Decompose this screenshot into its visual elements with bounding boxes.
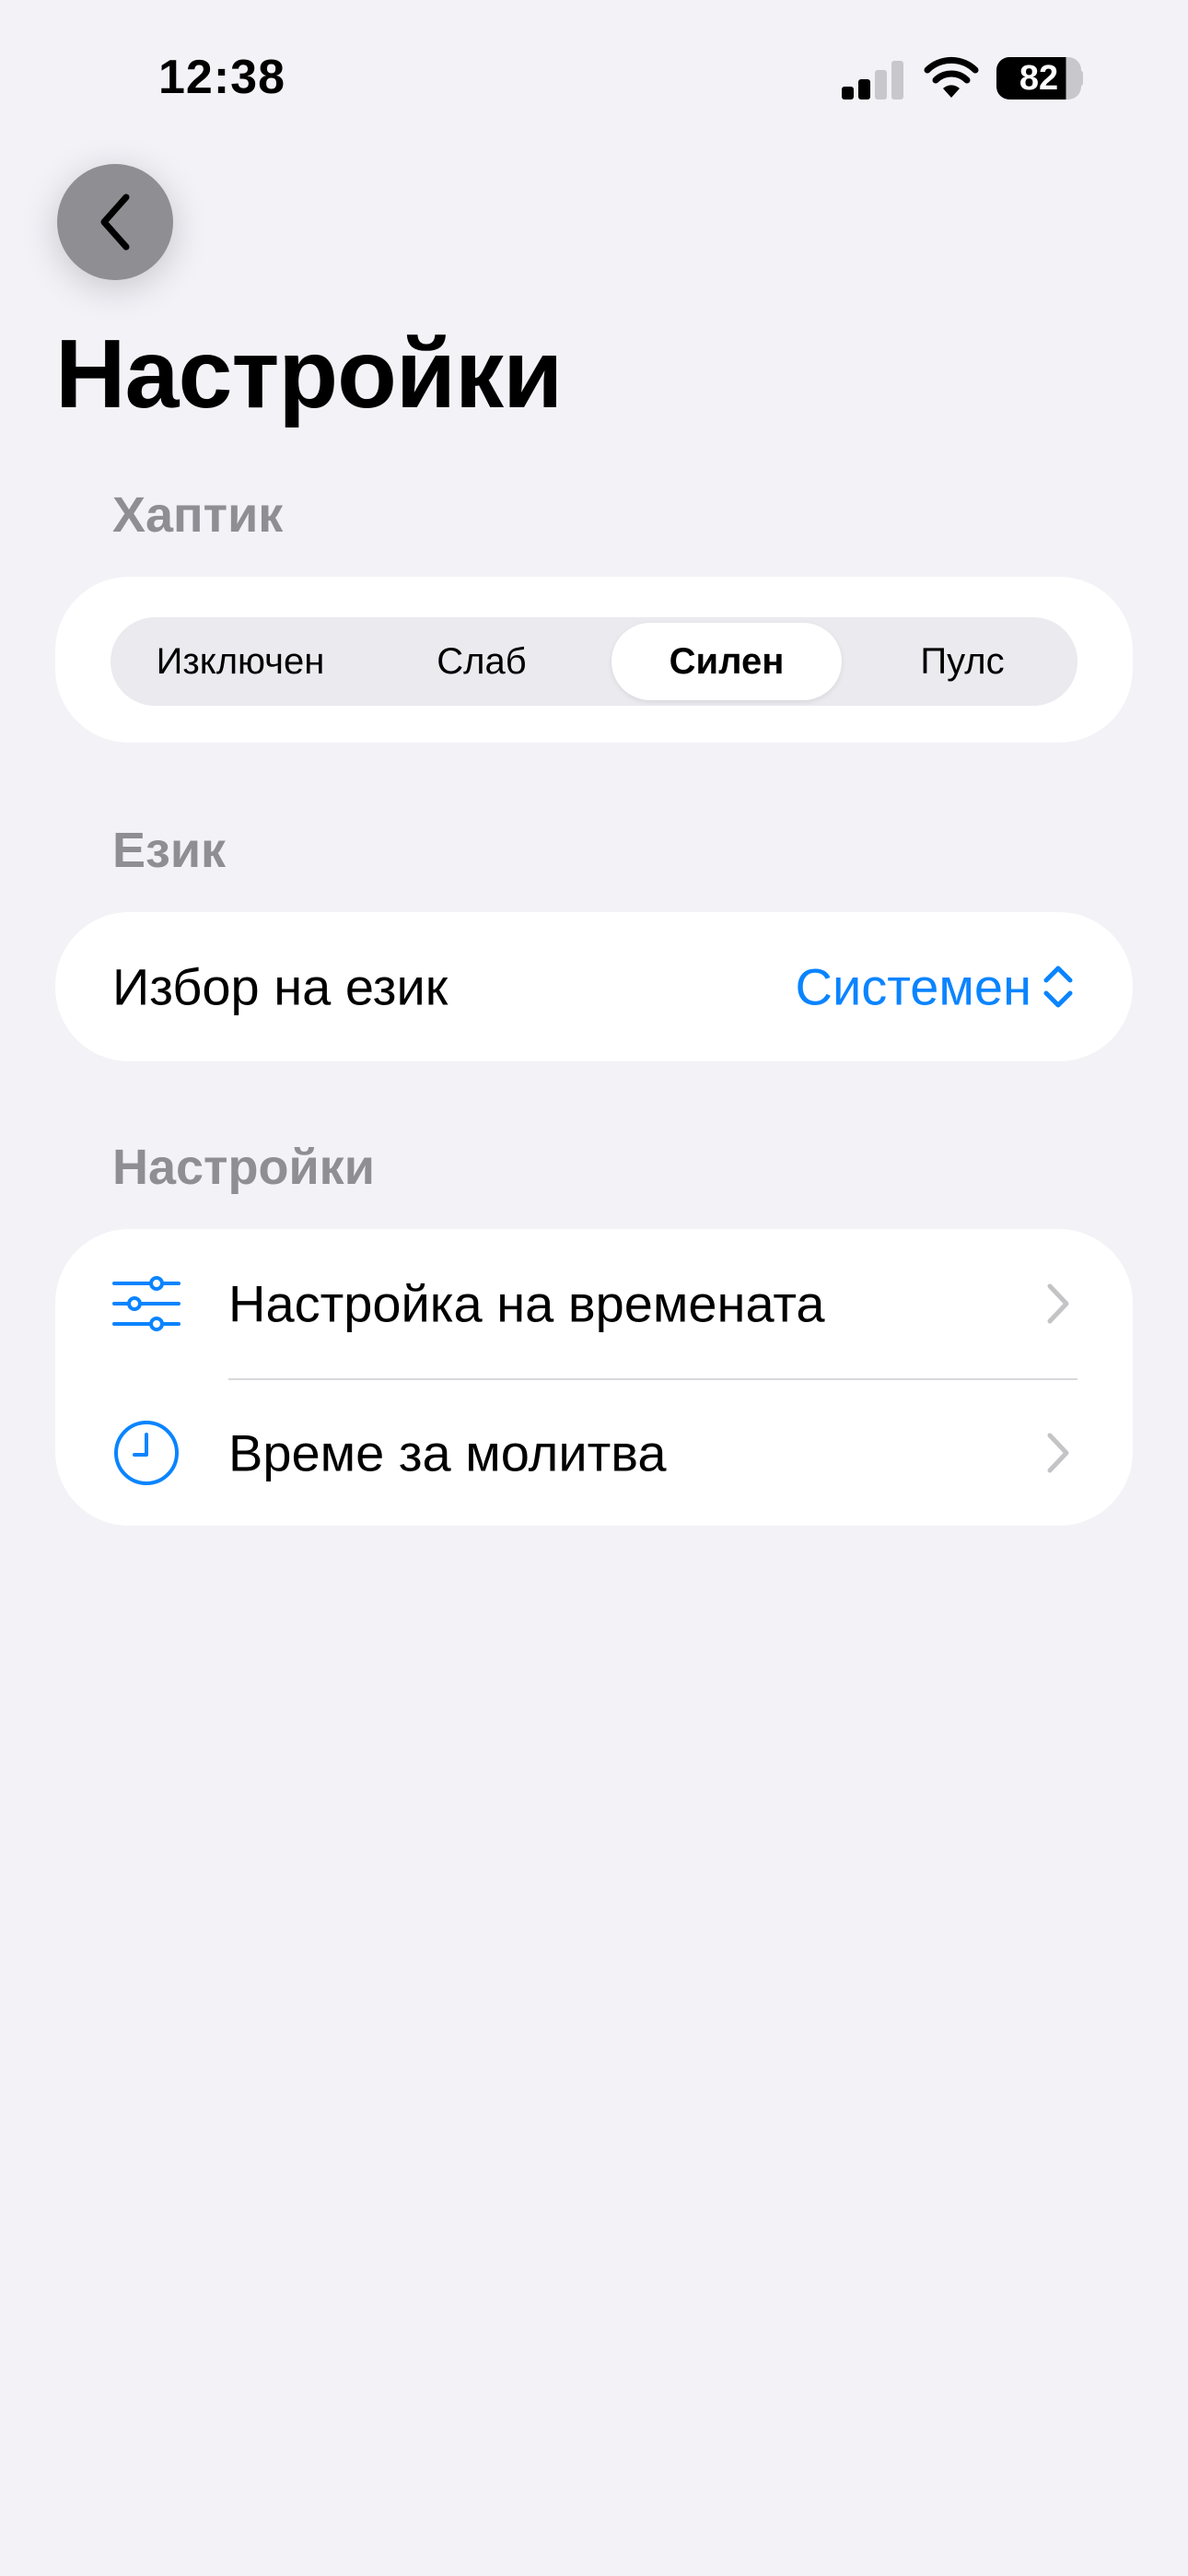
segment-pulse[interactable]: Пулс [847, 623, 1077, 700]
cellular-signal-icon [842, 59, 906, 100]
language-card: Избор на език Системен [55, 912, 1133, 1061]
haptic-section-header: Хаптик [112, 487, 284, 543]
settings-row-prayer-time[interactable]: Време за молитва [55, 1378, 1133, 1528]
back-button[interactable] [57, 164, 173, 280]
status-time: 12:38 [158, 51, 285, 104]
language-section-header: Език [112, 823, 227, 878]
settings-row-label: Време за молитва [228, 1423, 667, 1482]
settings-card: Настройка на времената Време за молитва [55, 1229, 1133, 1526]
chevron-right-icon [1047, 1283, 1069, 1324]
page-title: Настройки [55, 320, 563, 428]
language-picker-row[interactable]: Избор на език Системен [55, 912, 1133, 1061]
chevron-right-icon [1047, 1433, 1069, 1473]
clock-icon [114, 1421, 179, 1485]
battery-indicator: 82 [996, 57, 1081, 100]
language-value[interactable]: Системен [796, 957, 1031, 1017]
battery-cap [1076, 70, 1083, 87]
segment-weak[interactable]: Слаб [367, 623, 597, 700]
settings-row-time-setup[interactable]: Настройка на времената [55, 1229, 1133, 1378]
haptic-segmented-control: Изключен Слаб Силен Пулс [111, 617, 1077, 706]
haptic-card: Изключен Слаб Силен Пулс [55, 577, 1133, 743]
language-label: Избор на език [112, 957, 448, 1016]
chevron-left-icon [100, 193, 130, 251]
chevron-up-down-icon [1043, 966, 1073, 1008]
settings-section-header: Настройки [112, 1140, 375, 1195]
segment-strong[interactable]: Силен [611, 623, 842, 700]
sliders-icon [112, 1276, 181, 1331]
wifi-icon [924, 56, 979, 98]
settings-row-label: Настройка на времената [228, 1274, 825, 1333]
segment-off[interactable]: Изключен [125, 623, 355, 700]
